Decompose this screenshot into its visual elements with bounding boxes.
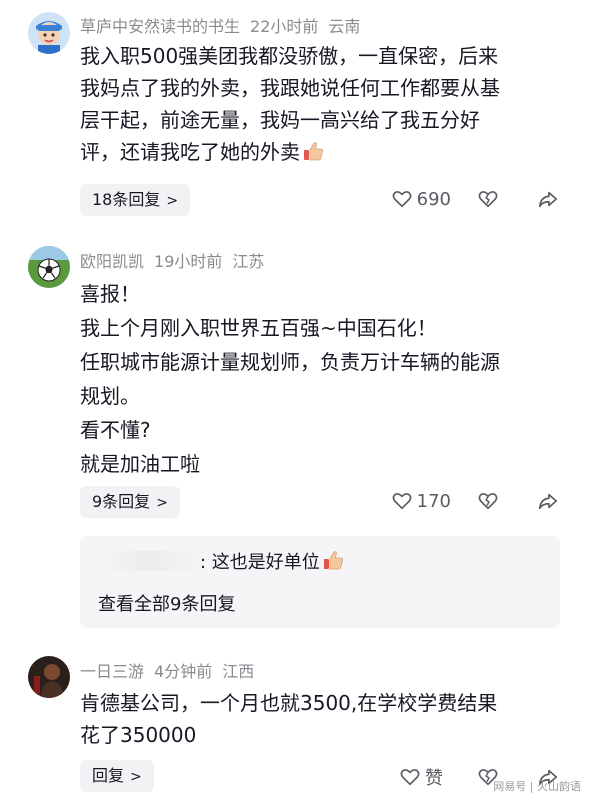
comment-line: 看不懂? — [80, 418, 151, 442]
like-button[interactable]: 赞 — [399, 764, 443, 790]
timestamp: 4分钟前 — [154, 662, 213, 681]
view-replies-label: 18条回复 — [92, 190, 161, 209]
comment-line: 层干起，前途无量，我妈一高兴给了我五分好 — [80, 108, 480, 132]
like-label: 赞 — [425, 768, 443, 789]
sub-reply-box: : 这也是好单位 查看全部9条回复 — [80, 536, 560, 628]
comment-line: 我上个月刚入职世界五百强~中国石化！ — [80, 316, 437, 340]
username[interactable]: 一日三游 — [80, 662, 144, 681]
heart-icon — [392, 493, 412, 510]
redacted-username — [100, 551, 200, 571]
timestamp: 19小时前 — [154, 252, 223, 271]
comment-actions: 690 — [391, 188, 559, 210]
comment-line: 就是加油工啦 — [80, 452, 200, 476]
heart-icon — [400, 769, 420, 786]
comment-text: 肯德基公司，一个月也就3500,在学校学费结果 花了350000 — [80, 687, 560, 751]
comment-line: 任职城市能源计量规划师，负责万计车辆的能源 — [80, 350, 500, 374]
view-replies-button[interactable]: 9条回复 > — [80, 486, 180, 518]
reply-button[interactable]: 回复 > — [80, 760, 154, 792]
broken-heart-icon — [478, 191, 498, 208]
comment-text: 我入职500强美团我都没骄傲，一直保密，后来 我妈点了我的外卖，我跟她说任何工作… — [80, 40, 560, 168]
avatar[interactable] — [28, 12, 70, 54]
comment-line: 规划。 — [80, 384, 140, 408]
comment-line: 肯德基公司，一个月也就3500,在学校学费结果 — [80, 691, 498, 715]
like-count: 690 — [416, 188, 451, 210]
location: 江西 — [222, 662, 255, 681]
comment-meta: 一日三游 4分钟前 江西 — [80, 658, 264, 682]
comment-meta: 欧阳凯凯 19小时前 江苏 — [80, 248, 274, 272]
comment-line: 喜报！ — [80, 282, 140, 306]
comment-actions: 170 — [391, 490, 559, 512]
share-icon — [538, 493, 558, 510]
avatar[interactable] — [28, 246, 70, 288]
like-button[interactable]: 690 — [391, 188, 451, 210]
avatar[interactable] — [28, 656, 70, 698]
comment-line: 我入职500强美团我都没骄傲，一直保密，后来 — [80, 44, 499, 68]
comment-line: 花了350000 — [80, 723, 197, 747]
reply-label: 回复 — [92, 766, 125, 785]
location: 江苏 — [232, 252, 265, 271]
like-button[interactable]: 170 — [391, 490, 451, 512]
comment-line: 我妈点了我的外卖，我跟她说任何工作都要从基 — [80, 76, 500, 100]
username[interactable]: 草庐中安然读书的书生 — [80, 17, 240, 36]
view-all-replies-link[interactable]: 查看全部9条回复 — [98, 590, 235, 616]
chevron-right-icon: > — [130, 769, 142, 785]
sub-reply-text: : 这也是好单位 — [200, 552, 320, 573]
chevron-right-icon: > — [156, 495, 168, 511]
location: 云南 — [328, 17, 361, 36]
view-replies-button[interactable]: 18条回复 > — [80, 184, 191, 216]
comment-line-last: 评，还请我吃了她的外卖 — [80, 136, 560, 168]
comment-line: 评，还请我吃了她的外卖 — [80, 140, 300, 164]
thumbs-up-emoji — [322, 549, 344, 571]
view-replies-label: 9条回复 — [92, 492, 151, 511]
dislike-button[interactable] — [477, 188, 499, 210]
comment-meta: 草庐中安然读书的书生 22小时前 云南 — [80, 13, 370, 37]
watermark: 网易号 | 火山韵语 — [493, 780, 581, 793]
heart-icon — [392, 191, 412, 208]
share-icon — [538, 191, 558, 208]
dislike-button[interactable] — [477, 490, 499, 512]
username[interactable]: 欧阳凯凯 — [80, 252, 144, 271]
broken-heart-icon — [478, 493, 498, 510]
like-count: 170 — [416, 490, 451, 512]
share-button[interactable] — [537, 188, 559, 210]
share-button[interactable] — [537, 490, 559, 512]
sub-reply: : 这也是好单位 — [100, 548, 344, 574]
chevron-right-icon: > — [166, 193, 179, 209]
comment-text: 喜报！ 我上个月刚入职世界五百强~中国石化！ 任职城市能源计量规划师，负责万计车… — [80, 277, 560, 481]
timestamp: 22小时前 — [250, 17, 319, 36]
thumbs-up-emoji — [302, 139, 324, 161]
